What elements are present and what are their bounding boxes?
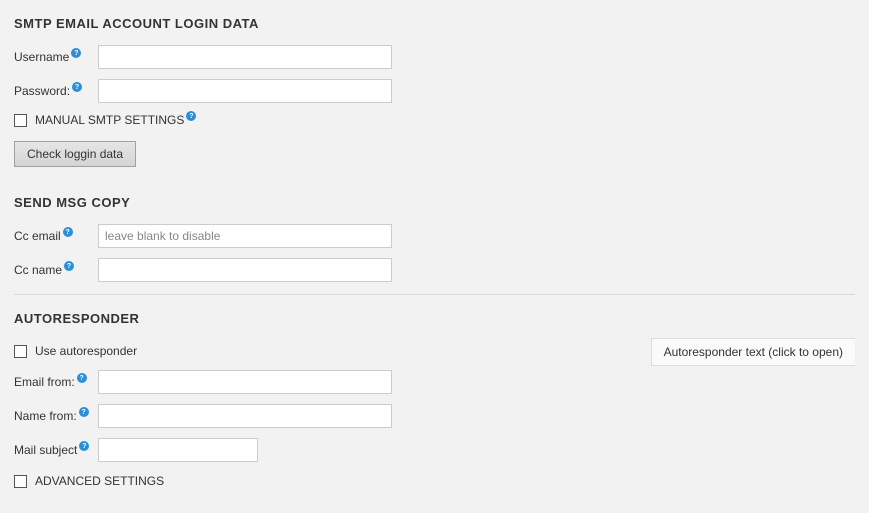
cc-email-input[interactable] bbox=[98, 224, 392, 248]
name-from-label: Name from: ? bbox=[14, 409, 98, 423]
use-autoresponder-label: Use autoresponder bbox=[35, 344, 137, 358]
mail-subject-label: Mail subject ? bbox=[14, 443, 98, 457]
username-label: Username ? bbox=[14, 50, 98, 64]
cc-email-label: Cc email ? bbox=[14, 229, 98, 243]
password-label: Password: ? bbox=[14, 84, 98, 98]
mail-subject-input[interactable] bbox=[98, 438, 258, 462]
email-from-label: Email from: ? bbox=[14, 375, 98, 389]
send-copy-heading: SEND MSG COPY bbox=[14, 195, 855, 210]
help-icon[interactable]: ? bbox=[64, 261, 74, 271]
manual-smtp-checkbox[interactable] bbox=[14, 114, 27, 127]
advanced-settings-checkbox[interactable] bbox=[14, 475, 27, 488]
smtp-heading: SMTP EMAIL ACCOUNT LOGIN DATA bbox=[14, 16, 855, 31]
manual-smtp-label: MANUAL SMTP SETTINGS ? bbox=[35, 113, 196, 127]
email-from-input[interactable] bbox=[98, 370, 392, 394]
cc-name-label: Cc name ? bbox=[14, 263, 98, 277]
section-divider bbox=[14, 294, 855, 295]
use-autoresponder-checkbox[interactable] bbox=[14, 345, 27, 358]
help-icon[interactable]: ? bbox=[79, 441, 89, 451]
username-input[interactable] bbox=[98, 45, 392, 69]
help-icon[interactable]: ? bbox=[77, 373, 87, 383]
help-icon[interactable]: ? bbox=[72, 82, 82, 92]
autoresponder-heading: AUTORESPONDER bbox=[14, 311, 855, 326]
cc-name-input[interactable] bbox=[98, 258, 392, 282]
password-input[interactable] bbox=[98, 79, 392, 103]
advanced-settings-label: ADVANCED SETTINGS bbox=[35, 474, 164, 488]
help-icon[interactable]: ? bbox=[71, 48, 81, 58]
autoresponder-text-toggle[interactable]: Autoresponder text (click to open) bbox=[651, 338, 855, 366]
help-icon[interactable]: ? bbox=[186, 111, 196, 121]
name-from-input[interactable] bbox=[98, 404, 392, 428]
help-icon[interactable]: ? bbox=[79, 407, 89, 417]
check-login-button[interactable]: Check loggin data bbox=[14, 141, 136, 167]
help-icon[interactable]: ? bbox=[63, 227, 73, 237]
